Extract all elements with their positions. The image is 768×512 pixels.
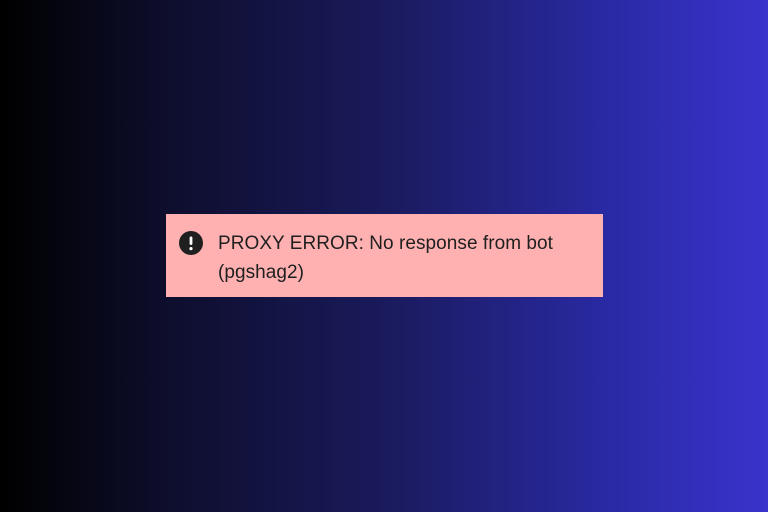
icon-exclamation-dot	[189, 247, 193, 251]
icon-exclamation-bar	[189, 236, 193, 245]
error-message: PROXY ERROR: No response from bot (pgsha…	[218, 233, 553, 283]
exclamation-circle-icon	[179, 231, 203, 255]
error-banner: PROXY ERROR: No response from bot (pgsha…	[166, 214, 603, 297]
